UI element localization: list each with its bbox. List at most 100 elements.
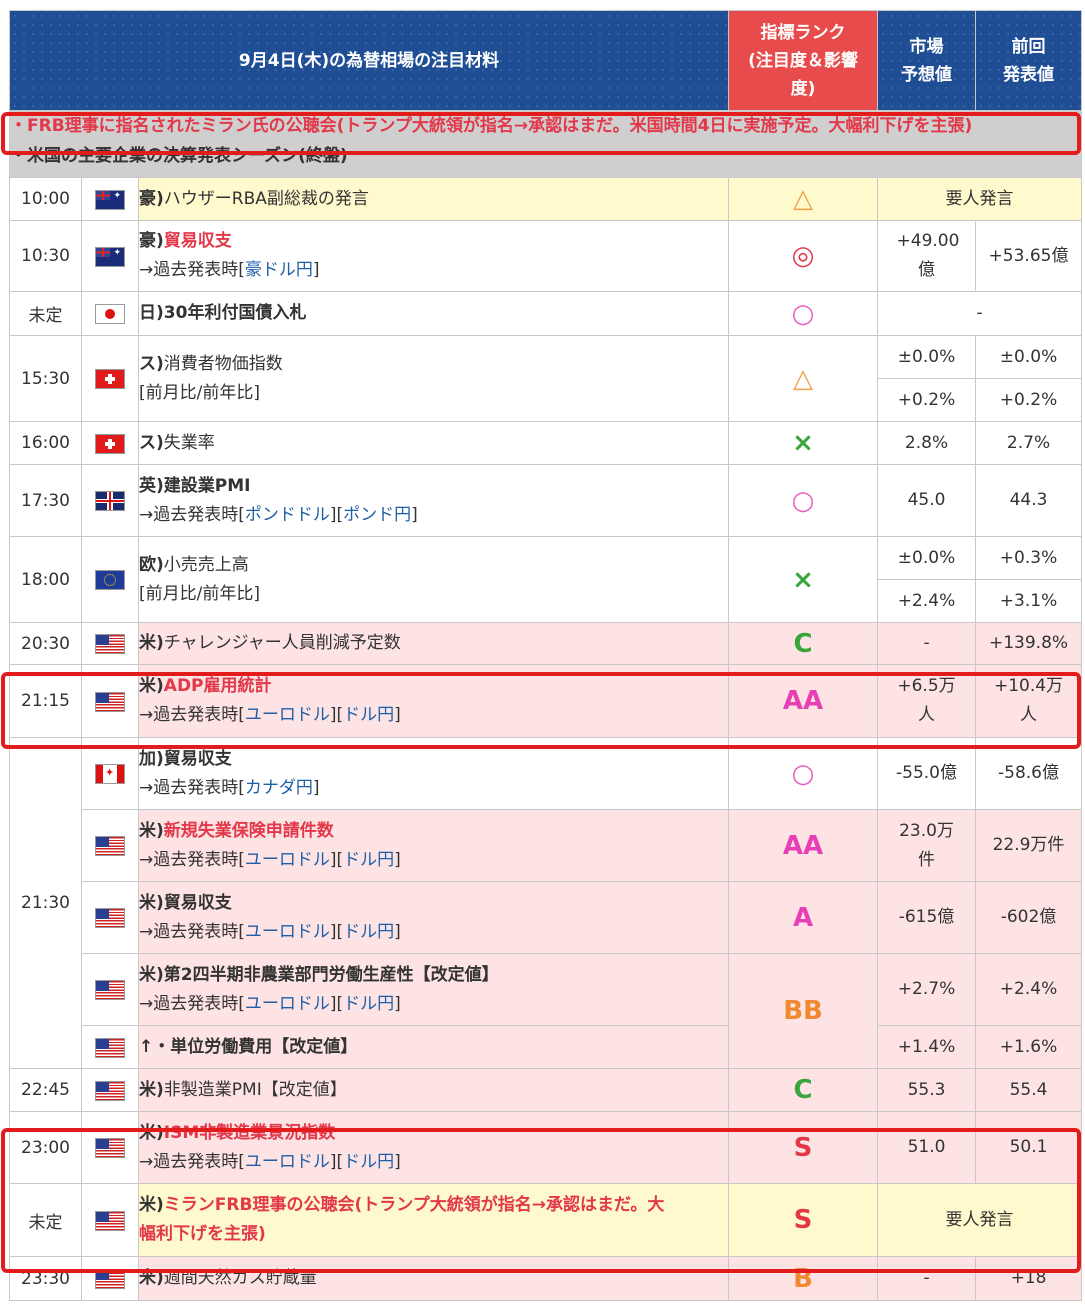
- link-usdjpy[interactable]: ドル円: [343, 1152, 394, 1172]
- indicator-name: 英)建設業PMI →過去発表時[ポンドドル][ポンド円]: [137, 464, 730, 537]
- flag-cell: [81, 953, 139, 1026]
- link-eurusd[interactable]: ユーロドル: [245, 994, 330, 1014]
- previous-cell: 50.1: [975, 1111, 1083, 1184]
- us-flag-icon: [96, 692, 124, 711]
- previous-cell: -58.6億: [975, 737, 1083, 810]
- rank-cell: ○: [728, 291, 879, 336]
- notes-cell: ・FRB理事に指名されたミラン氏の公聴会(トランプ大統領が指名→承認はまだ。米国…: [8, 110, 1083, 178]
- grade-c-badge: C: [793, 628, 813, 659]
- flag-cell: [81, 1256, 139, 1301]
- link-usdjpy[interactable]: ドル円: [343, 850, 394, 870]
- forecast-cell: +1.4%: [877, 1025, 977, 1069]
- time-cell: 22:45: [9, 1068, 82, 1112]
- previous-cell: +3.1%: [975, 579, 1083, 623]
- flag-cell: [81, 421, 139, 465]
- forecast-cell: 2.8%: [877, 421, 977, 465]
- economic-calendar-table: 9月4日(木)の為替相場の注目材料 指標ランク (注目度＆影響 度) 市場 予想値 前…: [8, 10, 1083, 1301]
- circle-rank-icon: ○: [791, 758, 815, 789]
- indicator-name: 豪)貿易収支 →過去発表時[豪ドル円]: [137, 220, 730, 292]
- indicator-name: 豪)ハウザーRBA副総裁の発言: [137, 177, 730, 221]
- flag-cell: [81, 1025, 139, 1069]
- previous-cell: +0.3%: [975, 536, 1083, 580]
- table-row: 17:30 英)建設業PMI →過去発表時[ポンドドル][ポンド円] ○ 45.…: [9, 464, 1083, 537]
- flag-cell: [81, 536, 139, 623]
- table-row: 23:30 米)週間天然ガス貯蔵量 B - +18: [9, 1256, 1083, 1301]
- table-row: 22:45 米)非製造業PMI【改定値】 C 55.3 55.4: [9, 1068, 1083, 1112]
- indicator-name: 米)第2四半期非農業部門労働生産性【改定値】 →過去発表時[ユーロドル][ドル円…: [137, 953, 730, 1026]
- time-cell: 18:00: [9, 536, 82, 623]
- merged-value-cell: 要人発言: [877, 177, 1083, 221]
- indicator-name: 米)新規失業保険申請件数 →過去発表時[ユーロドル][ドル円]: [137, 809, 730, 882]
- previous-cell: +53.65億: [975, 220, 1083, 292]
- table-row: 16:00 ス)失業率 × 2.8% 2.7%: [9, 421, 1083, 465]
- flag-cell: [81, 737, 139, 810]
- au-flag-icon: [96, 247, 124, 266]
- indicator-name: 米)ISM非製造業景況指数 →過去発表時[ユーロドル][ドル円]: [137, 1111, 730, 1184]
- note-earnings-season: ・米国の主要企業の決算発表シーズン(終盤): [10, 146, 348, 166]
- grade-aa-badge: AA: [782, 830, 824, 861]
- grade-s-badge: S: [793, 1132, 813, 1163]
- link-usdjpy[interactable]: ドル円: [343, 922, 394, 942]
- forecast-cell: -615億: [877, 881, 977, 954]
- grade-a-badge: A: [792, 902, 814, 933]
- grade-b-badge: B: [793, 1263, 813, 1294]
- flag-cell: [81, 809, 139, 882]
- table-row: 20:30 米)チャレンジャー人員削減予定数 C - +139.8%: [9, 622, 1083, 665]
- header-row: 9月4日(木)の為替相場の注目材料 指標ランク (注目度＆影響 度) 市場 予想値 前…: [8, 10, 1083, 111]
- cross-rank-icon: ×: [792, 428, 814, 458]
- time-cell: 21:15: [9, 664, 82, 738]
- flag-cell: [81, 1111, 139, 1184]
- link-usdjpy[interactable]: ドル円: [343, 994, 394, 1014]
- previous-cell: 55.4: [975, 1068, 1083, 1112]
- grade-aa-badge: AA: [782, 686, 824, 716]
- us-flag-icon: [96, 635, 124, 654]
- time-cell: 21:30: [9, 737, 82, 1069]
- forecast-cell: +0.2%: [877, 378, 977, 422]
- link-eurusd[interactable]: ユーロドル: [245, 922, 330, 942]
- table-row: 18:00 欧)小売売上高 [前月比/前年比] × ±0.0% +0.3%: [9, 536, 1083, 623]
- double-circle-rank-icon: ◎: [791, 241, 815, 271]
- eu-flag-icon: [96, 571, 124, 590]
- circle-rank-icon: ○: [791, 485, 815, 516]
- link-eurusd[interactable]: ユーロドル: [245, 705, 330, 725]
- previous-cell: +0.2%: [975, 378, 1083, 422]
- previous-cell: 2.7%: [975, 421, 1083, 465]
- indicator-name: ス)消費者物価指数 [前月比/前年比]: [137, 335, 730, 422]
- table-row: 21:15 米)ADP雇用統計 →過去発表時[ユーロドル][ドル円] AA +6…: [9, 664, 1083, 738]
- link-eurusd[interactable]: ユーロドル: [245, 850, 330, 870]
- rank-cell: BB: [728, 953, 879, 1069]
- previous-cell: 44.3: [975, 464, 1083, 537]
- table-row: 米)貿易収支 →過去発表時[ユーロドル][ドル円] A -615億 -602億: [10, 881, 1083, 954]
- us-flag-icon: [96, 909, 124, 928]
- table-row: ↑・単位労働費用【改定値】 +1.4% +1.6%: [10, 1025, 1083, 1069]
- link-gbpusd[interactable]: ポンドドル: [245, 505, 330, 525]
- forecast-cell: -: [877, 1256, 977, 1301]
- forecast-cell: 51.0: [877, 1111, 977, 1184]
- link-gbpjpy[interactable]: ポンド円: [343, 505, 411, 525]
- flag-cell: [81, 335, 139, 422]
- forecast-cell: +2.7%: [877, 953, 977, 1026]
- link-cadjpy[interactable]: カナダ円: [245, 778, 313, 798]
- rank-cell: ×: [728, 536, 879, 623]
- table-row: 未定 日)30年利付国債入札 ○ -: [9, 291, 1083, 336]
- merged-value-cell: -: [877, 291, 1083, 336]
- table-row: 23:00 米)ISM非製造業景況指数 →過去発表時[ユーロドル][ドル円] S…: [9, 1111, 1083, 1184]
- table-row: 21:30 加)貿易収支 →過去発表時[カナダ円] ○ -55.0億 -58.6…: [9, 737, 1083, 1069]
- link-eurusd[interactable]: ユーロドル: [245, 1152, 330, 1172]
- indicator-name: 米)貿易収支 →過去発表時[ユーロドル][ドル円]: [137, 881, 730, 954]
- rank-cell: △: [728, 177, 879, 221]
- link-audjpy[interactable]: 豪ドル円: [245, 260, 313, 280]
- rank-column-header: 指標ランク (注目度＆影響 度): [728, 10, 879, 111]
- time-cell: 未定: [9, 1183, 82, 1257]
- forecast-cell: 45.0: [877, 464, 977, 537]
- rank-cell: S: [728, 1111, 879, 1184]
- forecast-cell: ±0.0%: [877, 335, 977, 379]
- indicator-name: ↑・単位労働費用【改定値】: [137, 1025, 730, 1069]
- previous-cell: ±0.0%: [975, 335, 1083, 379]
- ch-flag-icon: [96, 370, 124, 389]
- note-milan-hearing: ・FRB理事に指名されたミラン氏の公聴会(トランプ大統領が指名→承認はまだ。米国…: [10, 116, 973, 136]
- previous-cell: +18: [975, 1256, 1083, 1301]
- link-usdjpy[interactable]: ドル円: [343, 705, 394, 725]
- indicator-name: 米)チャレンジャー人員削減予定数: [137, 622, 730, 665]
- flag-cell: [81, 622, 139, 665]
